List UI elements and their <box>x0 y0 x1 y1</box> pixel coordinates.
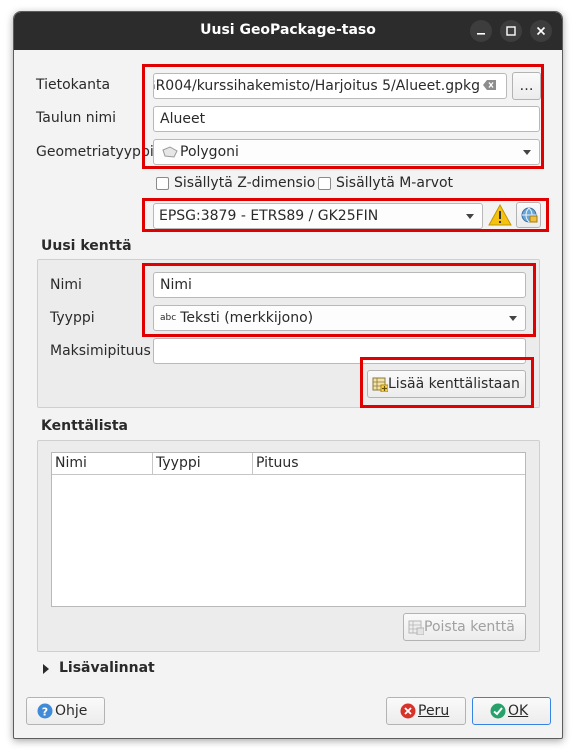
close-icon <box>536 26 546 36</box>
expand-arrow-icon[interactable] <box>41 663 51 675</box>
database-label: Tietokanta <box>36 77 111 93</box>
ok-icon <box>490 703 506 719</box>
include-z-checkbox[interactable] <box>156 177 169 190</box>
cancel-icon <box>400 703 416 719</box>
minimize-icon <box>477 33 485 35</box>
field-name-label: Nimi <box>50 277 82 293</box>
include-m-checkbox[interactable] <box>318 177 331 190</box>
help-label: Ohje <box>55 703 88 719</box>
column-header-name[interactable]: Nimi <box>52 453 152 475</box>
geometry-type-label: Geometriatyyppi <box>36 144 154 160</box>
include-m-label: Sisällytä M-arvot <box>336 175 454 191</box>
highlight-box-new-field <box>142 263 536 337</box>
column-header-length[interactable]: Pituus <box>252 453 525 475</box>
close-button[interactable] <box>530 20 552 42</box>
table-name-label: Taulun nimi <box>36 110 117 126</box>
max-length-label: Maksimipituus <box>50 343 151 359</box>
help-icon: ? <box>37 703 53 719</box>
cancel-button[interactable]: Peru <box>386 697 466 725</box>
highlight-box-add-button <box>360 357 534 408</box>
remove-field-button[interactable]: Poista kenttä <box>403 613 526 641</box>
field-list-section-title: Kenttälista <box>41 418 128 434</box>
svg-text:?: ? <box>42 706 48 719</box>
title-bar: Uusi GeoPackage-taso <box>14 12 562 50</box>
minimize-button[interactable] <box>470 20 492 42</box>
help-button[interactable]: ? Ohje <box>26 697 105 725</box>
maximize-button[interactable] <box>500 20 522 42</box>
dialog-window: Uusi GeoPackage-taso Tietokanta GR004/ku… <box>13 11 563 739</box>
cancel-label: Peru <box>418 703 450 719</box>
maximize-icon <box>506 26 516 36</box>
ok-button[interactable]: OK <box>472 697 551 725</box>
new-field-section-title: Uusi kenttä <box>41 238 132 254</box>
highlight-box-crs <box>142 198 549 232</box>
remove-field-icon <box>408 620 424 635</box>
ok-label: OK <box>508 703 529 719</box>
column-header-type[interactable]: Tyyppi <box>152 453 252 475</box>
advanced-options-toggle[interactable]: Lisävalinnat <box>59 660 155 676</box>
remove-field-label: Poista kenttä <box>424 619 515 635</box>
include-z-label: Sisällytä Z-dimensio <box>174 175 316 191</box>
highlight-box-layer-settings <box>142 64 544 169</box>
field-list-table[interactable]: Nimi Tyyppi Pituus <box>51 452 526 607</box>
field-type-label: Tyyppi <box>50 310 95 326</box>
